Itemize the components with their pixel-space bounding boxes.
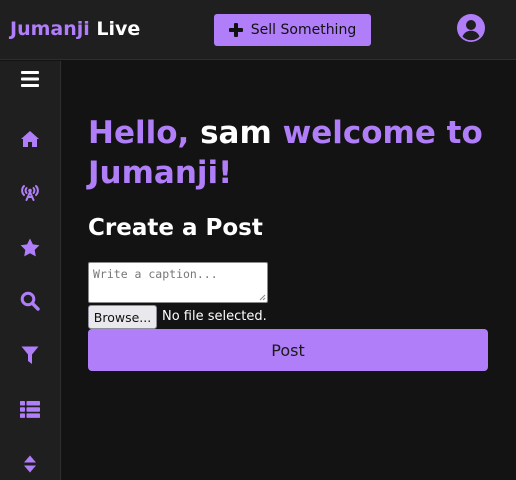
sort-icon <box>24 455 36 473</box>
sidebar-item-sort[interactable] <box>14 448 46 480</box>
star-icon <box>20 238 40 256</box>
menu-icon <box>21 71 39 87</box>
sidebar <box>0 61 61 480</box>
brand-name-primary: Jumanji <box>10 18 90 40</box>
top-navbar: Jumanji Live Sell Something <box>0 0 516 60</box>
home-icon <box>21 131 39 147</box>
list-icon <box>20 400 40 418</box>
welcome-heading: Hello, sam welcome to Jumanji! <box>88 113 488 193</box>
browse-file-button[interactable]: Browse... <box>88 305 157 329</box>
username: sam <box>200 115 272 151</box>
brand-name-secondary: Live <box>96 18 141 40</box>
post-button[interactable]: Post <box>88 329 488 371</box>
filter-icon <box>21 346 39 364</box>
main-content: Hello, sam welcome to Jumanji! Create a … <box>88 113 488 243</box>
brand-logo[interactable]: Jumanji Live <box>10 17 140 41</box>
search-icon <box>20 291 40 311</box>
sidebar-item-search[interactable] <box>14 285 46 317</box>
sell-something-button[interactable]: Sell Something <box>214 14 371 46</box>
sidebar-item-favorites[interactable] <box>14 231 46 263</box>
user-circle-icon[interactable] <box>457 14 485 42</box>
sidebar-item-home[interactable] <box>14 123 46 155</box>
broadcast-tower-icon <box>21 185 39 201</box>
sidebar-item-live[interactable] <box>14 176 46 208</box>
caption-input[interactable] <box>88 262 268 303</box>
create-post-heading: Create a Post <box>88 215 263 241</box>
file-status-text: No file selected. <box>162 309 267 324</box>
plus-icon <box>228 23 243 37</box>
greeting-prefix: Hello, <box>88 115 190 151</box>
sidebar-item-list[interactable] <box>14 393 46 425</box>
sell-something-label: Sell Something <box>250 22 357 38</box>
menu-toggle-button[interactable] <box>14 63 46 95</box>
sidebar-item-filter[interactable] <box>14 339 46 371</box>
